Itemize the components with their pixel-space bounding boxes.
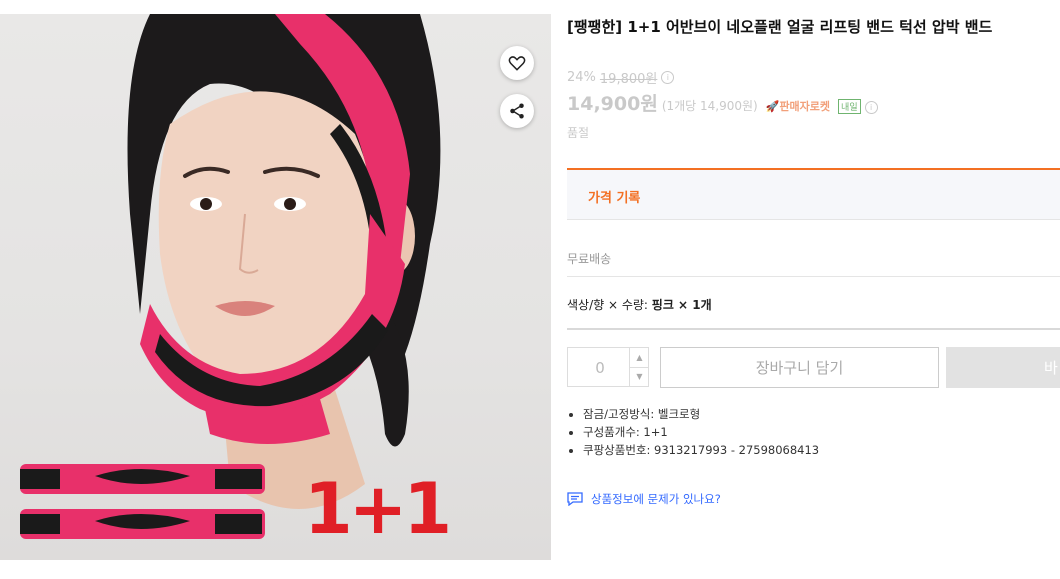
message-icon bbox=[567, 492, 583, 506]
divider bbox=[567, 276, 1060, 277]
shipping-label: 무료배송 bbox=[567, 252, 612, 266]
one-plus-one-badge: 1+1 bbox=[304, 468, 452, 550]
list-item: 잠금/고정방식: 벨크로형 bbox=[583, 405, 819, 423]
heart-icon bbox=[508, 56, 526, 71]
quantity-input[interactable] bbox=[568, 348, 632, 388]
info-icon[interactable]: i bbox=[864, 101, 878, 114]
product-title: [팽팽한] 1+1 어반브이 네오플랜 얼굴 리프팅 밴드 턱선 압박 밴드 bbox=[567, 18, 993, 36]
product-image: 1+1 bbox=[0, 14, 551, 560]
chevron-down-icon: ▼ bbox=[636, 372, 643, 381]
option-prefix: 색상/향 × 수량: bbox=[567, 298, 652, 312]
product-photo-illustration bbox=[20, 14, 441, 539]
info-icon[interactable]: i bbox=[661, 71, 675, 84]
price-history-label: 가격 기록 bbox=[588, 191, 641, 206]
list-item: 구성품개수: 1+1 bbox=[583, 423, 819, 441]
quantity-decrease-button[interactable]: ▼ bbox=[629, 367, 649, 386]
buy-now-button[interactable]: 바 bbox=[946, 347, 1060, 388]
unit-price: (1개당 14,900원) bbox=[661, 99, 758, 113]
price-history-panel[interactable]: 가격 기록 bbox=[567, 168, 1060, 220]
rocket-icon: 🚀 bbox=[765, 100, 780, 113]
product-spec-list: 잠금/고정방식: 벨크로형 구성품개수: 1+1 쿠팡상품번호: 9313217… bbox=[567, 405, 819, 459]
quantity-increase-button[interactable]: ▲ bbox=[629, 348, 649, 368]
option-value: 핑크 × 1개 bbox=[651, 298, 712, 312]
current-price: 14,900원 bbox=[567, 93, 658, 115]
chevron-up-icon: ▲ bbox=[636, 353, 643, 362]
report-issue-label: 상품정보에 문제가 있나요? bbox=[591, 492, 721, 506]
tomorrow-badge: 내일 bbox=[838, 99, 861, 114]
original-price: 19,800원 bbox=[599, 72, 658, 87]
list-item: 쿠팡상품번호: 9313217993 - 27598068413 bbox=[583, 441, 819, 459]
original-price-row: 24% 19,800원 i bbox=[567, 68, 675, 87]
add-to-cart-button[interactable]: 장바구니 담기 bbox=[660, 347, 939, 388]
share-icon bbox=[510, 103, 524, 119]
divider bbox=[567, 328, 1060, 330]
rocket-delivery-badge: 🚀판매자로켓 bbox=[766, 98, 830, 114]
report-issue-link[interactable]: 상품정보에 문제가 있나요? bbox=[567, 491, 721, 507]
discount-rate: 24% bbox=[567, 70, 596, 85]
quantity-stepper[interactable]: ▲ ▼ bbox=[567, 347, 649, 388]
wishlist-button[interactable] bbox=[500, 46, 534, 80]
share-button[interactable] bbox=[500, 94, 534, 128]
rocket-label: 판매자로켓 bbox=[779, 100, 831, 113]
soldout-label: 품절 bbox=[567, 126, 590, 140]
selected-option: 색상/향 × 수량: 핑크 × 1개 bbox=[567, 296, 712, 313]
current-price-row: 14,900원 (1개당 14,900원) 🚀판매자로켓 내일 i bbox=[567, 89, 878, 116]
